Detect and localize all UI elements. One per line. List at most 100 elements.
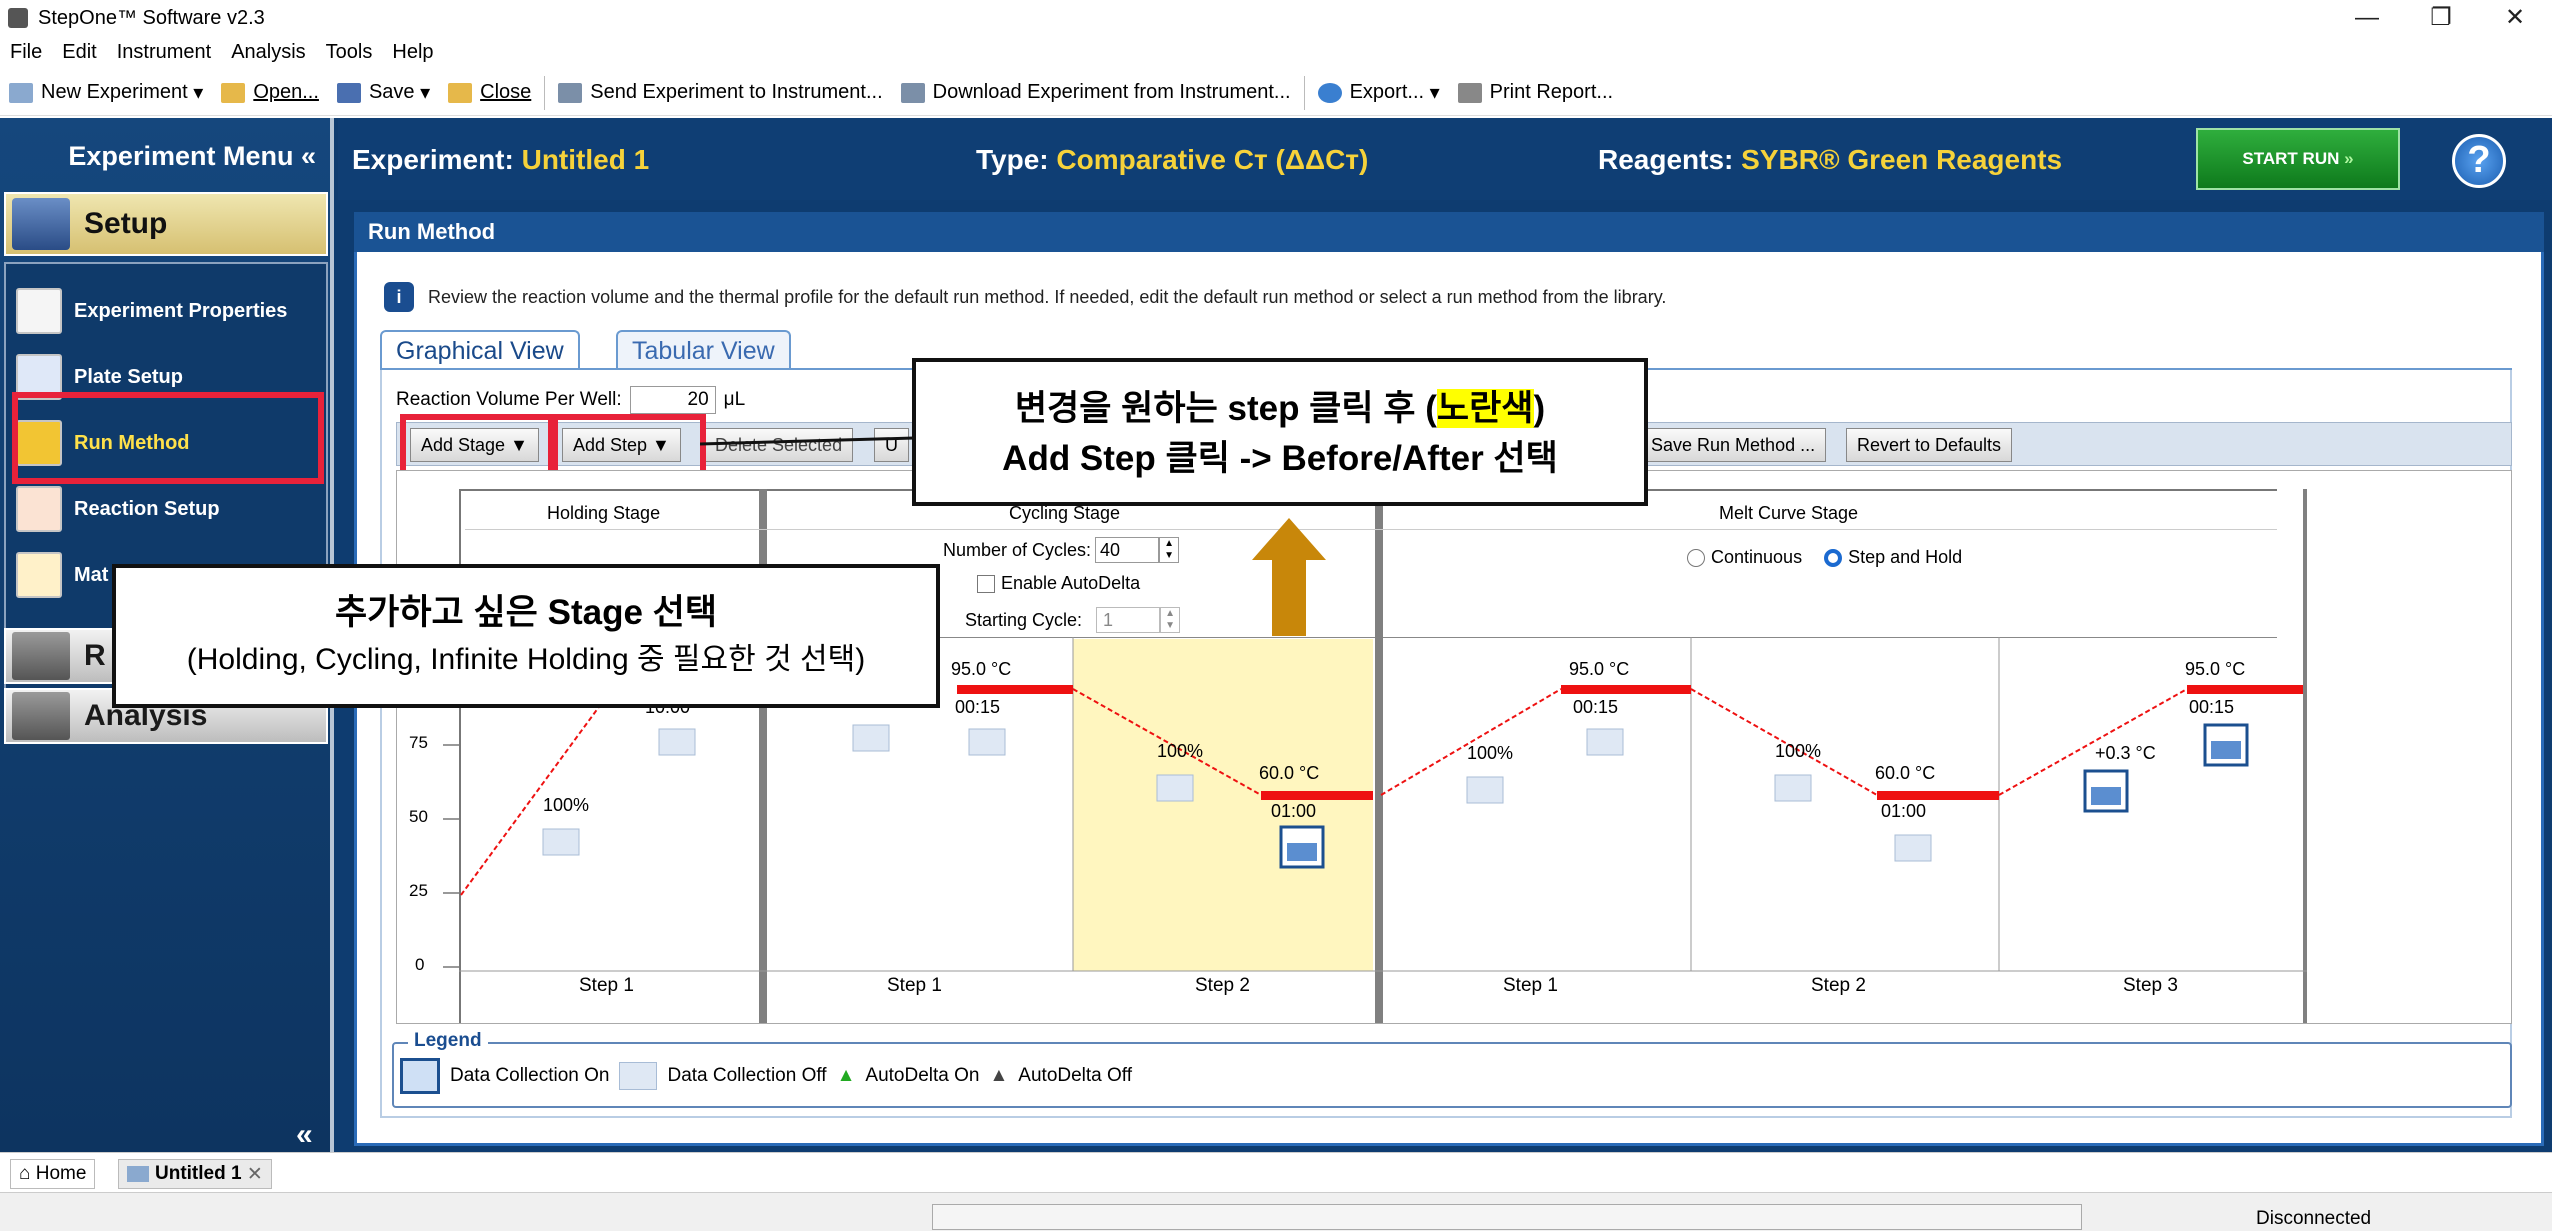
send-experiment-button[interactable]: Send Experiment to Instrument...	[549, 73, 891, 113]
menu-help[interactable]: Help	[382, 41, 443, 64]
cycling-step2-time[interactable]: 01:00	[1271, 801, 1316, 822]
step-and-hold-radio[interactable]	[1824, 548, 1843, 567]
close-window-button[interactable]: ✕	[2478, 0, 2552, 36]
melt-step2-ramp[interactable]: 100%	[1775, 741, 1821, 762]
holding-stage-header[interactable]: Holding Stage	[547, 503, 660, 524]
data-collection-on-icon[interactable]	[1279, 825, 1325, 869]
callout-line-2: (Holding, Cycling, Infinite Holding 중 필요…	[186, 643, 866, 676]
reaction-volume-label: Reaction Volume Per Well:	[396, 389, 622, 410]
restore-button[interactable]: ❐	[2404, 0, 2478, 36]
legend-off-label: Data Collection Off	[667, 1065, 827, 1086]
data-collection-on-icon	[400, 1058, 440, 1094]
melt-step1-hold[interactable]	[1561, 685, 1691, 694]
legend-ad-on-label: AutoDelta On	[865, 1065, 980, 1086]
callout-pointer-line	[700, 436, 915, 446]
continuous-radio[interactable]	[1687, 548, 1705, 567]
thermal-profile-graph: Holding Stage Cycling Stage Melt Curve S…	[396, 470, 2512, 1024]
cycles-input[interactable]: 40	[1095, 537, 1160, 563]
cycling-step1-temp[interactable]: 95.0 °C	[951, 659, 1011, 680]
melt-step3-hold[interactable]	[2187, 685, 2303, 694]
save-button[interactable]: Save ▾	[328, 73, 439, 113]
step-label[interactable]: Step 2	[1811, 975, 1866, 997]
experiment-menu-header[interactable]: Experiment Menu «	[0, 118, 330, 194]
data-collection-off-icon[interactable]	[1586, 728, 1624, 756]
data-collection-on-icon[interactable]	[2083, 769, 2129, 813]
close-button[interactable]: Close	[439, 73, 540, 113]
cycling-step2-ramp[interactable]: 100%	[1157, 741, 1203, 762]
menu-edit[interactable]: Edit	[52, 41, 106, 64]
cycles-label: Number of Cycles:	[943, 539, 1092, 560]
menu-analysis[interactable]: Analysis	[221, 41, 315, 64]
run-method-highlight	[12, 392, 324, 484]
tab-home[interactable]: ⌂ Home	[10, 1159, 96, 1189]
melt-step3-temp[interactable]: 95.0 °C	[2185, 659, 2245, 680]
revert-defaults-button[interactable]: Revert to Defaults	[1846, 428, 2013, 462]
cycling-step1-time[interactable]: 00:15	[955, 697, 1000, 718]
autodelta-row: Enable AutoDelta	[977, 573, 1140, 594]
menu-file[interactable]: File	[0, 41, 52, 64]
melt-step2-time[interactable]: 01:00	[1881, 801, 1926, 822]
step-label[interactable]: Step 3	[2123, 975, 2178, 997]
data-collection-off-icon[interactable]	[1156, 774, 1194, 802]
melt-step2-hold[interactable]	[1877, 791, 1999, 800]
export-button[interactable]: Export... ▾	[1309, 73, 1449, 113]
new-experiment-button[interactable]: New Experiment ▾	[0, 73, 212, 113]
step-label[interactable]: Step 1	[1503, 975, 1558, 997]
setup-section[interactable]: Setup	[4, 192, 328, 256]
data-collection-off-icon[interactable]	[658, 728, 696, 756]
melt-step2-temp[interactable]: 60.0 °C	[1875, 763, 1935, 784]
cycling-step2-temp[interactable]: 60.0 °C	[1259, 763, 1319, 784]
minimize-button[interactable]: —	[2330, 0, 2404, 36]
download-experiment-button[interactable]: Download Experiment from Instrument...	[892, 73, 1300, 113]
tab-tabular-view[interactable]: Tabular View	[616, 330, 791, 370]
document-icon	[127, 1166, 149, 1182]
melt-step3-ramp[interactable]: +0.3 °C	[2095, 743, 2156, 764]
data-collection-off-icon[interactable]	[852, 724, 890, 752]
menu-tools[interactable]: Tools	[316, 41, 383, 64]
close-folder-icon	[448, 82, 473, 103]
reaction-volume-input[interactable]: 20	[629, 386, 716, 414]
export-icon	[1317, 82, 1342, 103]
cycling-step2-hold[interactable]	[1261, 791, 1373, 800]
step-label[interactable]: Step 2	[1195, 975, 1250, 997]
open-button[interactable]: Open...	[212, 73, 328, 113]
sidebar-item-materials[interactable]: Mat	[16, 548, 108, 602]
tab-graphical-view[interactable]: Graphical View	[380, 330, 580, 370]
print-report-button[interactable]: Print Report...	[1449, 73, 1622, 113]
step-label[interactable]: Step 1	[579, 975, 634, 997]
melt-step3-time[interactable]: 00:15	[2189, 697, 2234, 718]
data-collection-off-icon[interactable]	[1774, 774, 1812, 802]
holding-ramp-label[interactable]: 100%	[543, 795, 589, 816]
melt-step1-temp[interactable]: 95.0 °C	[1569, 659, 1629, 680]
data-collection-off-icon[interactable]	[968, 728, 1006, 756]
legend-on-label: Data Collection On	[450, 1065, 610, 1086]
data-collection-off-icon[interactable]	[1466, 776, 1504, 804]
melt-step1-ramp[interactable]: 100%	[1467, 743, 1513, 764]
data-collection-off-icon[interactable]	[1894, 834, 1932, 862]
sidebar-item-reaction-setup[interactable]: Reaction Setup	[16, 482, 220, 536]
starting-cycle-spinner[interactable]: ▲ ▼	[1160, 607, 1181, 633]
menu-instrument[interactable]: Instrument	[107, 41, 221, 64]
cycling-stage-header[interactable]: Cycling Stage	[1009, 503, 1120, 524]
new-experiment-icon	[9, 82, 33, 103]
melt-step1-time[interactable]: 00:15	[1573, 697, 1618, 718]
data-collection-on-icon[interactable]	[2203, 723, 2249, 767]
callout-line-1: 추가하고 싶은 Stage 선택	[334, 593, 718, 632]
setup-label: Setup	[84, 207, 168, 240]
data-collection-off-icon[interactable]	[542, 828, 580, 856]
selected-step-highlight[interactable]	[1073, 639, 1373, 971]
help-icon[interactable]: ?	[2452, 134, 2506, 188]
starting-cycle-input[interactable]: 1	[1096, 607, 1161, 633]
step-label[interactable]: Step 1	[887, 975, 942, 997]
save-run-method-button[interactable]: Save Run Method ...	[1640, 428, 1827, 462]
start-run-button[interactable]: START RUN »	[2196, 128, 2400, 190]
collapse-sidebar-button[interactable]: «	[296, 1118, 313, 1152]
cycles-spinner[interactable]: ▲ ▼	[1159, 537, 1180, 563]
close-tab-icon[interactable]: ✕	[247, 1163, 263, 1186]
sidebar-item-experiment-properties[interactable]: Experiment Properties	[16, 284, 287, 338]
tab-untitled-1[interactable]: Untitled 1 ✕	[118, 1159, 272, 1189]
cycling-step1-hold[interactable]	[957, 685, 1073, 694]
melt-curve-stage-header[interactable]: Melt Curve Stage	[1719, 503, 1858, 524]
autodelta-checkbox[interactable]	[977, 574, 995, 593]
toolbar: New Experiment ▾ Open... Save ▾ Close Se…	[0, 70, 2552, 116]
